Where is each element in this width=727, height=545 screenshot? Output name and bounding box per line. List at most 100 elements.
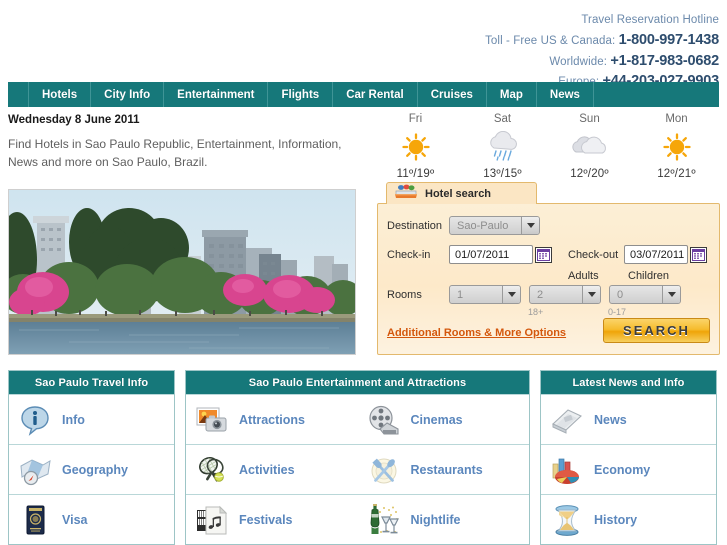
nav-item-flights[interactable]: Flights (268, 82, 334, 107)
checkin-label: Check-in (387, 248, 431, 261)
panel-travel-info: Sao Paulo Travel Info Info Geography Vis… (8, 370, 175, 545)
list-item: Info (9, 394, 174, 444)
info-balloon-icon (18, 403, 52, 437)
nav-label-news: News (549, 88, 580, 101)
intro-block: Wednesday 8 June 2011 Find Hotels in Sao… (8, 114, 368, 171)
checkin-value: 01/07/2011 (455, 248, 510, 261)
list-item: News (541, 394, 716, 444)
children-hint: 0-17 (608, 307, 627, 317)
weather-temp-fri: 11º/19º (396, 168, 435, 180)
nav-item-entertainment[interactable]: Entertainment (164, 82, 269, 107)
link-label-festivals: Festivals (239, 512, 293, 527)
champagne-glasses-icon (367, 503, 401, 537)
destination-label: Destination (387, 219, 443, 232)
hotline-block: Travel Reservation Hotline Toll - Free U… (485, 12, 719, 92)
cloudy-icon (546, 131, 633, 163)
nav-label-map: Map (499, 88, 523, 101)
hotel-search-tab[interactable]: Hotel search (386, 182, 537, 204)
nav-item-city-info[interactable]: City Info (91, 82, 165, 107)
link-nightlife[interactable]: Nightlife (358, 495, 530, 544)
link-activities[interactable]: Activities (186, 445, 358, 494)
rooms-select[interactable]: 1 (449, 285, 521, 304)
weather-day-sat: Sat 13º/15º (459, 113, 546, 180)
weather-day-fri: Fri 11º/19º (372, 113, 459, 180)
adults-select[interactable]: 2 (529, 285, 601, 304)
nav-label-cruises: Cruises (430, 88, 473, 101)
chevron-down-icon (662, 286, 680, 303)
search-button[interactable]: SEARCH (603, 318, 710, 343)
link-restaurants[interactable]: Restaurants (358, 445, 530, 494)
nav-item-cruises[interactable]: Cruises (418, 82, 487, 107)
checkout-value: 03/07/2011 (630, 248, 685, 261)
weather-day-label-fri: Fri (408, 113, 423, 125)
rooms-label: Rooms (387, 288, 422, 301)
hotel-search-form: Destination Sao-Paulo Check-in 01/07/201… (377, 203, 720, 355)
checkout-input[interactable]: 03/07/2011 (624, 245, 688, 264)
link-visa[interactable]: Visa (9, 495, 174, 544)
calendar-icon[interactable] (535, 246, 552, 263)
children-label: Children (628, 270, 669, 282)
weather-temp-sat: 13º/15º (483, 168, 522, 180)
hourglass-icon (550, 503, 584, 537)
link-label-economy: Economy (594, 462, 651, 477)
nav-item-hotels[interactable]: Hotels (28, 82, 92, 107)
page-root: Travel Reservation Hotline Toll - Free U… (0, 0, 727, 545)
link-attractions[interactable]: Attractions (186, 395, 358, 444)
pie-chart-icon (550, 453, 584, 487)
newspaper-icon (550, 403, 584, 437)
hotel-search-tab-label: Hotel search (425, 187, 492, 200)
destination-row: Destination Sao-Paulo (387, 216, 540, 235)
adults-value: 2 (537, 288, 544, 301)
checkin-row: Check-in 01/07/2011 Check-out 03/07/2011 (387, 245, 707, 264)
link-economy[interactable]: Economy (541, 445, 716, 494)
list-item: Festivals Nightlife (186, 494, 529, 544)
link-label-restaurants: Restaurants (410, 462, 483, 477)
panel-title-news: Latest News and Info (541, 371, 716, 394)
link-label-geography: Geography (62, 462, 128, 477)
weather-day-label-sat: Sat (493, 113, 512, 125)
link-history[interactable]: History (541, 495, 716, 544)
children-select[interactable]: 0 (609, 285, 681, 304)
rain-icon (459, 131, 546, 163)
hotline-label-tollfree: Toll - Free US & Canada: (485, 35, 616, 48)
link-label-nightlife: Nightlife (410, 512, 461, 527)
link-cinemas[interactable]: Cinemas (358, 395, 530, 444)
panel-news: Latest News and Info News Economy Histor… (540, 370, 717, 545)
additional-rooms-link[interactable]: Additional Rooms & More Options (387, 327, 566, 339)
weather-temp-sun: 12º/20º (570, 168, 609, 180)
sunny-icon (633, 131, 720, 163)
checkin-input[interactable]: 01/07/2011 (449, 245, 533, 264)
search-button-label: SEARCH (623, 323, 690, 338)
list-item: Activities Restaurants (186, 444, 529, 494)
chevron-down-icon (502, 286, 520, 303)
weather-day-mon: Mon 12º/21º (633, 113, 720, 180)
link-geography[interactable]: Geography (9, 445, 174, 494)
link-news[interactable]: News (541, 395, 716, 444)
hotline-label-worldwide: Worldwide: (549, 55, 608, 68)
nav-label-car-rental: Car Rental (346, 88, 404, 101)
bed-icon (394, 183, 418, 205)
weather-temp-mon: 12º/21º (657, 168, 696, 180)
weather-day-label-mon: Mon (665, 113, 688, 125)
weather-day-sun: Sun 12º/20º (546, 113, 633, 180)
link-label-visa: Visa (62, 512, 88, 527)
weather-forecast: Fri 11º/19º Sat 13º/15º Sun 12º/20º Mon … (372, 113, 720, 180)
map-compass-icon (18, 453, 52, 487)
nav-item-map[interactable]: Map (487, 82, 537, 107)
rooms-row: Rooms 1 2 0 (387, 285, 681, 304)
hotline-number-tollfree: 1-800-997-1438 (618, 32, 720, 49)
calendar-icon[interactable] (690, 246, 707, 263)
list-item: Visa (9, 494, 174, 544)
city-photo (8, 189, 356, 355)
nav-item-news[interactable]: News (537, 82, 594, 107)
link-festivals[interactable]: Festivals (186, 495, 358, 544)
panel-entertainment: Sao Paulo Entertainment and Attractions (185, 370, 530, 545)
weather-day-label-sun: Sun (579, 113, 600, 125)
link-label-history: History (594, 512, 638, 527)
destination-value: Sao-Paulo (457, 219, 509, 232)
destination-select[interactable]: Sao-Paulo (449, 216, 540, 235)
link-info[interactable]: Info (9, 395, 174, 444)
nav-item-car-rental[interactable]: Car Rental (333, 82, 418, 107)
main-navigation: Hotels City Info Entertainment Flights C… (8, 82, 719, 107)
passport-icon (18, 503, 52, 537)
